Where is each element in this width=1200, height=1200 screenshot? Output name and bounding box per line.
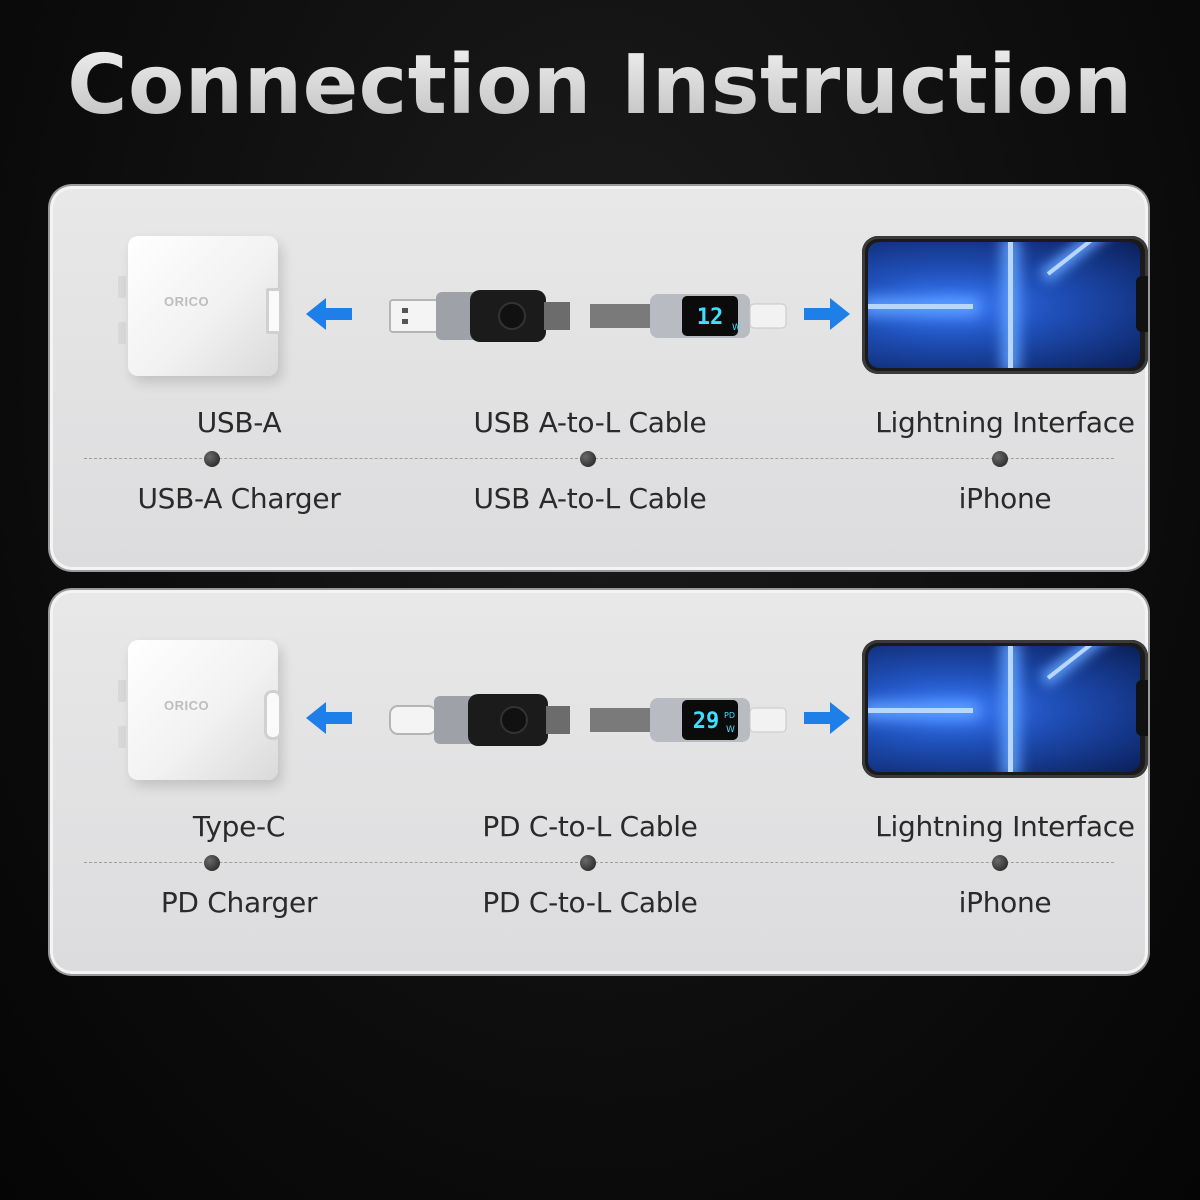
cable-power-display: 29 — [693, 709, 720, 734]
usb-a-charger-image: ORICO — [108, 236, 282, 386]
usb-a-plug-image — [389, 290, 570, 342]
type-c-plug-image — [389, 694, 570, 746]
arrow-right-icon — [804, 702, 850, 734]
svg-text:W: W — [732, 323, 741, 333]
usb-a-port — [266, 288, 282, 334]
usb-a-connection-panel: ORICO 12 W USB-A USB A-to-L Cable Lightn… — [50, 186, 1148, 570]
cable-power-display: 12 — [697, 305, 724, 330]
divider-dot — [992, 451, 1008, 467]
interface-label: Lightning Interface — [875, 406, 1135, 439]
svg-text:PD: PD — [724, 711, 735, 720]
device-label: iPhone — [958, 886, 1052, 919]
iphone-image — [862, 640, 1148, 778]
divider-dot — [992, 855, 1008, 871]
lightning-plug-image: 12 W — [590, 294, 787, 338]
dashed-divider — [84, 458, 1114, 459]
iphone-image — [862, 236, 1148, 374]
port-type-label: Type-C — [192, 810, 286, 843]
port-type-label: USB-A — [196, 406, 282, 439]
svg-text:W: W — [726, 725, 735, 735]
type-c-port — [264, 690, 282, 740]
cable-type-label: PD C-to-L Cable — [482, 810, 698, 843]
interface-label: Lightning Interface — [875, 810, 1135, 843]
divider-dot — [580, 451, 596, 467]
divider-dot — [580, 855, 596, 871]
device-label: iPhone — [958, 482, 1052, 515]
charger-logo: ORICO — [164, 698, 210, 713]
charger-label: PD Charger — [160, 886, 318, 919]
lightning-plug-image: 29 PD W — [590, 698, 787, 742]
arrow-left-icon — [306, 702, 352, 734]
pd-connection-panel: ORICO 29 PD W Type-C PD C-to-L Cable Lig — [50, 590, 1148, 974]
cable-type-label: USB A-to-L Cable — [473, 406, 707, 439]
charger-label: USB-A Charger — [137, 482, 341, 515]
charger-logo: ORICO — [164, 294, 210, 309]
pd-charger-image: ORICO — [108, 640, 282, 790]
dashed-divider — [84, 862, 1114, 863]
cable-label: PD C-to-L Cable — [482, 886, 698, 919]
cable-label: USB A-to-L Cable — [473, 482, 707, 515]
divider-dot — [204, 451, 220, 467]
divider-dot — [204, 855, 220, 871]
arrow-right-icon — [804, 298, 850, 330]
arrow-left-icon — [306, 298, 352, 330]
page-title: Connection Instruction — [0, 38, 1200, 133]
